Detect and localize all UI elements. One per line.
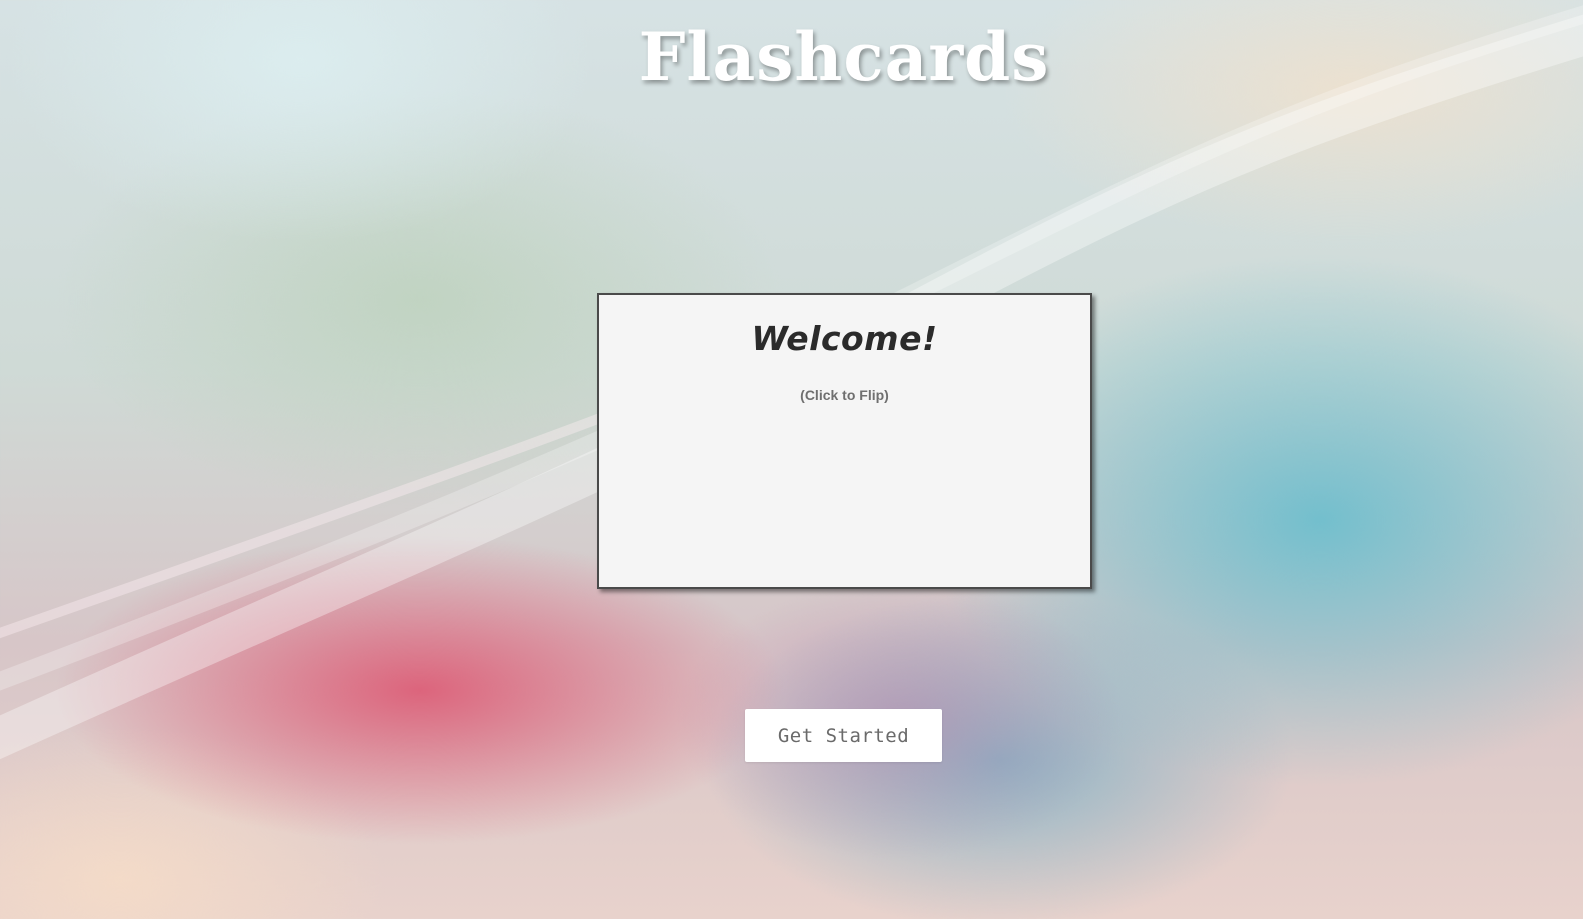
page-title: Flashcards bbox=[638, 18, 1050, 96]
get-started-button[interactable]: Get Started bbox=[745, 709, 942, 762]
flashcards-page: { "header": { "title": "Flashcards" }, "… bbox=[0, 0, 1583, 919]
card-flip-hint: (Click to Flip) bbox=[800, 387, 889, 403]
flashcard[interactable]: Welcome! (Click to Flip) bbox=[597, 293, 1092, 589]
card-heading: Welcome! bbox=[751, 319, 938, 358]
